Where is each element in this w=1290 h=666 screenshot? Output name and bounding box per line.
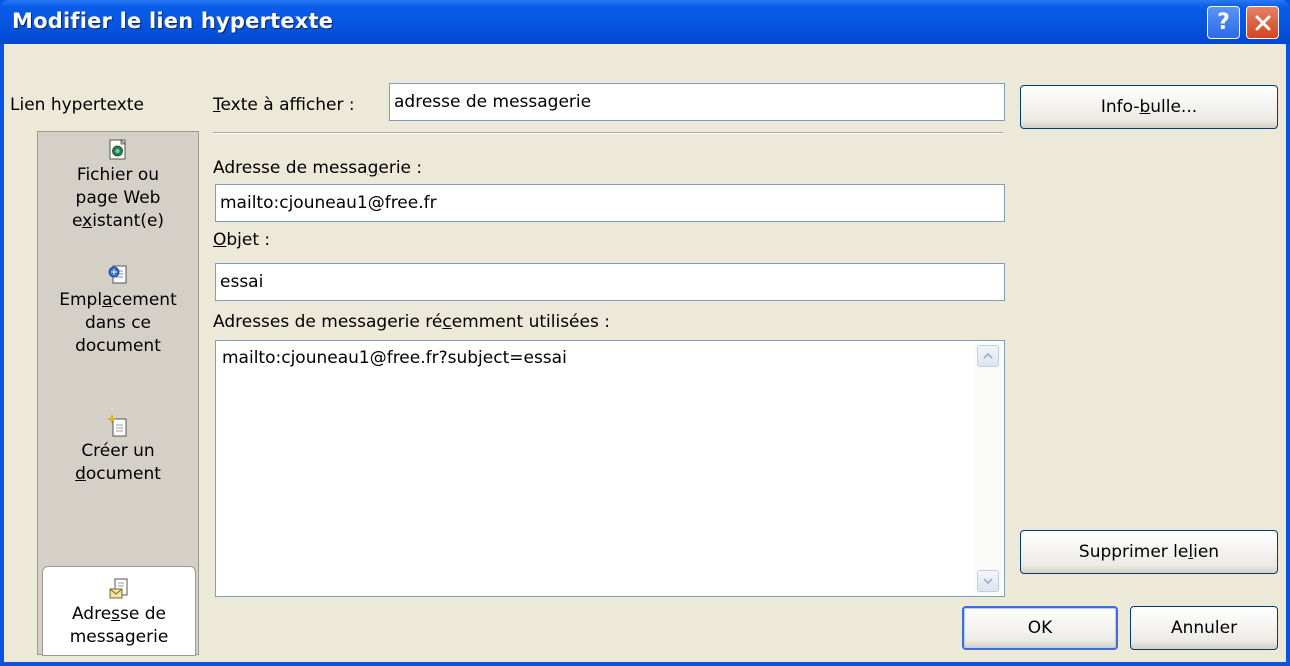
link-type-panel: Fichier ou page Web existant(e) Emplacem… — [37, 131, 199, 656]
remove-link-button[interactable]: Supprimer le l ien — [1020, 530, 1278, 574]
display-text-input[interactable]: adresse de messagerie — [389, 83, 1005, 121]
hyperlink-dialog: Modifier le lien hypertexte ? Lien hyper… — [0, 0, 1290, 666]
chevron-up-icon — [983, 352, 993, 359]
access-key: d — [75, 464, 86, 484]
nav-label-line: document — [75, 336, 161, 356]
nav-item-email-address[interactable]: Adresse de messagerie — [42, 566, 196, 656]
label-part: emment utilisées : — [451, 312, 610, 332]
nav-label-line: existant(e) — [72, 210, 164, 233]
close-button[interactable] — [1246, 6, 1279, 39]
chevron-down-icon — [983, 578, 993, 585]
nav-item-place-in-document[interactable]: Emplacement dans ce document — [38, 263, 198, 358]
email-address-icon — [109, 578, 128, 599]
close-icon — [1255, 15, 1270, 30]
button-label-part: Supprimer le — [1078, 542, 1189, 562]
display-text-label: Texte à afficher : — [213, 95, 355, 115]
nav-label-part: cement — [112, 290, 177, 310]
access-key: a — [102, 290, 113, 310]
access-key: g — [367, 158, 379, 178]
vertical-scrollbar[interactable] — [974, 343, 1002, 594]
new-document-icon — [107, 414, 127, 437]
button-label-part: ulle... — [1150, 97, 1198, 117]
access-key: s — [111, 604, 121, 624]
nav-label-part: ocument — [85, 464, 161, 484]
screentip-button[interactable]: Info-b ulle... — [1020, 85, 1278, 129]
subject-label: Objet : — [213, 230, 270, 250]
nav-item-existing-file[interactable]: Fichier ou page Web existant(e) — [38, 138, 198, 233]
nav-label-part: Adre — [71, 604, 112, 624]
nav-label-line: messagerie — [69, 627, 169, 647]
nav-label-part: Empl — [59, 290, 103, 310]
ok-button[interactable]: OK — [962, 606, 1118, 650]
label-part: exte à afficher : — [220, 95, 355, 115]
recent-addresses-list[interactable]: mailto:cjouneau1@free.fr?subject=essai — [215, 340, 1005, 597]
button-label-part: ien — [1193, 542, 1220, 562]
label-part: Adresse de messa — [213, 158, 368, 178]
cancel-button[interactable]: Annuler — [1130, 606, 1278, 650]
access-key: O — [213, 230, 227, 250]
nav-item-new-document[interactable]: Créer un document — [38, 414, 198, 486]
button-label-part: Info- — [1100, 97, 1140, 117]
access-key: b — [1139, 97, 1151, 117]
scroll-up-button[interactable] — [977, 345, 999, 367]
nav-label-part: se de — [120, 604, 167, 624]
nav-label-part: e — [71, 211, 83, 231]
nav-label-line: page Web — [75, 188, 161, 208]
nav-label-part: istant(e) — [92, 211, 165, 231]
nav-label-line: dans ce — [84, 313, 152, 333]
nav-label-line: Fichier ou — [76, 165, 160, 185]
subject-input[interactable]: essai — [215, 263, 1005, 301]
nav-header: Lien hypertexte — [10, 95, 144, 115]
access-key: T — [213, 95, 221, 115]
nav-label-line: Adresse de — [70, 603, 169, 626]
recent-addresses-label: Adresses de messagerie récemment utilisé… — [213, 312, 610, 332]
label-part: bjet : — [226, 230, 271, 250]
title-bar[interactable]: Modifier le lien hypertexte ? — [0, 0, 1290, 44]
web-page-icon — [109, 139, 126, 160]
scroll-down-button[interactable] — [977, 570, 999, 592]
access-key: x — [82, 211, 93, 231]
email-address-input[interactable]: mailto:cjouneau1@free.fr — [215, 184, 1005, 222]
label-part: Adresses de messagerie ré — [213, 312, 443, 332]
access-key: c — [442, 312, 452, 332]
document-place-icon — [108, 265, 127, 284]
nav-label-line: Créer un — [81, 441, 155, 461]
dialog-title: Modifier le lien hypertexte — [12, 9, 334, 33]
email-address-label: Adresse de messagerie : — [213, 158, 422, 178]
list-item[interactable]: mailto:cjouneau1@free.fr?subject=essai — [222, 348, 567, 368]
label-part: erie : — [378, 158, 423, 178]
nav-label-line: document — [75, 463, 161, 486]
separator — [213, 132, 1003, 134]
nav-label-line: Emplacement — [59, 289, 177, 312]
dialog-body: Lien hypertexte Fichier ou page Web exis… — [4, 44, 1286, 662]
help-button[interactable]: ? — [1207, 6, 1240, 39]
